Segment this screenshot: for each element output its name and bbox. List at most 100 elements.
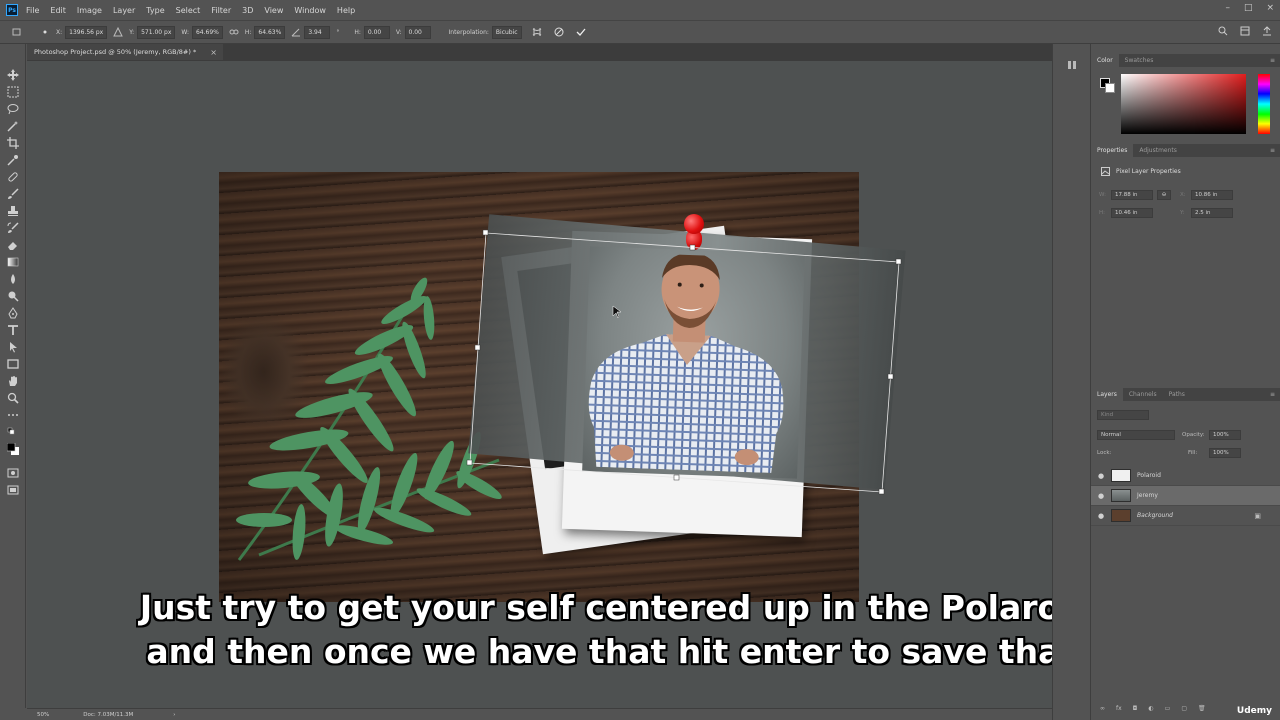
menu-image[interactable]: Image (77, 6, 102, 15)
layers-panel-menu-icon[interactable]: ≡ (1270, 391, 1275, 398)
magic-wand-icon[interactable] (7, 117, 19, 132)
marquee-icon[interactable] (7, 83, 19, 98)
more-icon[interactable] (7, 406, 19, 418)
adjustment-layer-icon[interactable]: ◐ (1148, 705, 1153, 712)
menu-3d[interactable]: 3D (242, 6, 253, 15)
x-field[interactable]: 1396.56 px (65, 25, 108, 39)
width-field[interactable]: 64.69% (191, 25, 223, 39)
quick-mask-icon[interactable] (7, 464, 19, 478)
hskew-field[interactable]: 0.00 (363, 25, 390, 39)
transform-tool-icon[interactable] (12, 27, 22, 37)
prop-y-field[interactable]: 2.5 in (1191, 208, 1233, 218)
blur-icon[interactable] (7, 270, 19, 284)
brush-icon[interactable] (7, 185, 19, 199)
relative-position-icon[interactable] (113, 27, 124, 37)
vskew-field[interactable]: 0.00 (404, 25, 431, 39)
cancel-icon[interactable] (554, 27, 564, 37)
layer-filter-select[interactable]: Kind (1097, 410, 1149, 420)
crop-icon[interactable] (7, 134, 19, 149)
tab-adjustments[interactable]: Adjustments (1133, 144, 1183, 157)
y-field[interactable]: 571.00 px (137, 25, 176, 39)
status-menu-arrow[interactable]: › (173, 712, 175, 718)
screen-mode-icon[interactable] (7, 481, 19, 495)
tab-channels[interactable]: Channels (1123, 388, 1163, 401)
menu-help[interactable]: Help (337, 6, 355, 15)
zoom-icon[interactable] (7, 389, 19, 404)
tab-layers[interactable]: Layers (1091, 388, 1123, 401)
delete-layer-icon[interactable]: 🗑 (1198, 705, 1206, 712)
history-brush-icon[interactable] (7, 219, 19, 233)
foreground-background-icon[interactable] (6, 440, 19, 455)
dodge-icon[interactable] (7, 287, 19, 302)
move-icon[interactable] (7, 66, 19, 81)
eye-icon[interactable]: ● (1091, 492, 1111, 500)
history-panel-icon[interactable] (1067, 60, 1077, 70)
menu-window[interactable]: Window (294, 6, 326, 15)
tab-paths[interactable]: Paths (1163, 388, 1191, 401)
close-button[interactable]: × (1266, 3, 1274, 13)
close-tab-icon[interactable]: × (210, 48, 217, 57)
interpolation-select[interactable]: Bicubic (491, 25, 522, 39)
gradient-icon[interactable] (7, 253, 19, 267)
layer-name[interactable]: Background (1137, 512, 1173, 519)
menu-view[interactable]: View (264, 6, 283, 15)
layer-row-polaroid[interactable]: ● Polaroid (1091, 466, 1280, 486)
link-icon[interactable] (229, 27, 239, 37)
layer-name[interactable]: Polaroid (1137, 472, 1161, 479)
link-layers-icon[interactable]: ∞ (1100, 705, 1105, 712)
color-panel-menu-icon[interactable]: ≡ (1270, 57, 1275, 64)
blend-mode-select[interactable]: Normal (1097, 430, 1175, 440)
workspace-icon[interactable] (1240, 26, 1250, 36)
commit-icon[interactable] (576, 27, 586, 37)
menu-edit[interactable]: Edit (50, 6, 66, 15)
path-select-icon[interactable] (7, 338, 19, 353)
menu-type[interactable]: Type (146, 6, 164, 15)
type-icon[interactable] (7, 321, 19, 335)
add-mask-icon[interactable]: ◘ (1133, 705, 1138, 712)
document-tab[interactable]: Photoshop Project.psd @ 50% (Jeremy, RGB… (27, 44, 223, 61)
warp-icon[interactable] (532, 27, 542, 37)
stamp-icon[interactable] (7, 202, 19, 216)
menu-file[interactable]: File (26, 6, 39, 15)
pen-icon[interactable] (7, 304, 19, 319)
default-colors-icon[interactable] (7, 424, 19, 436)
opacity-field[interactable]: 100% (1209, 430, 1241, 440)
prop-width-field[interactable]: 17.88 in (1111, 190, 1153, 200)
new-layer-icon[interactable]: ▢ (1181, 705, 1187, 712)
eyedropper-icon[interactable] (7, 151, 19, 166)
layer-row-background[interactable]: ● Background ▣ (1091, 506, 1280, 526)
tab-color[interactable]: Color (1091, 54, 1119, 67)
menu-layer[interactable]: Layer (113, 6, 135, 15)
search-icon[interactable] (1218, 26, 1228, 36)
zoom-level[interactable]: 50% (37, 712, 49, 718)
hand-icon[interactable] (7, 372, 19, 386)
prop-height-field[interactable]: 10.46 in (1111, 208, 1153, 218)
maximize-button[interactable]: □ (1244, 3, 1253, 13)
hue-slider[interactable] (1258, 74, 1270, 134)
prop-x-field[interactable]: 10.86 in (1191, 190, 1233, 200)
eraser-icon[interactable] (7, 236, 19, 250)
healing-icon[interactable] (7, 168, 19, 182)
new-group-icon[interactable]: ▭ (1165, 705, 1171, 712)
prop-link-button[interactable]: ⊖ (1157, 190, 1171, 200)
eye-icon[interactable]: ● (1091, 472, 1111, 480)
layer-name[interactable]: Jeremy (1137, 492, 1158, 499)
properties-panel-menu-icon[interactable]: ≡ (1270, 147, 1275, 154)
minimize-button[interactable]: – (1225, 3, 1230, 13)
tab-properties[interactable]: Properties (1091, 144, 1134, 157)
rectangle-icon[interactable] (7, 355, 19, 369)
tab-swatches[interactable]: Swatches (1119, 54, 1160, 67)
reference-point-icon[interactable] (40, 27, 50, 37)
eye-icon[interactable]: ● (1091, 512, 1111, 520)
lasso-icon[interactable] (7, 100, 19, 115)
layer-row-jeremy[interactable]: ● Jeremy (1091, 486, 1280, 506)
layer-style-icon[interactable]: fx (1116, 705, 1122, 712)
share-icon[interactable] (1262, 26, 1272, 36)
menu-filter[interactable]: Filter (211, 6, 231, 15)
background-swatch[interactable] (1105, 83, 1115, 93)
height-field[interactable]: 64.63% (254, 25, 286, 39)
angle-field[interactable]: 3.94 (304, 25, 331, 39)
menu-select[interactable]: Select (176, 6, 201, 15)
fill-field[interactable]: 100% (1209, 448, 1241, 458)
color-field[interactable] (1121, 74, 1246, 134)
